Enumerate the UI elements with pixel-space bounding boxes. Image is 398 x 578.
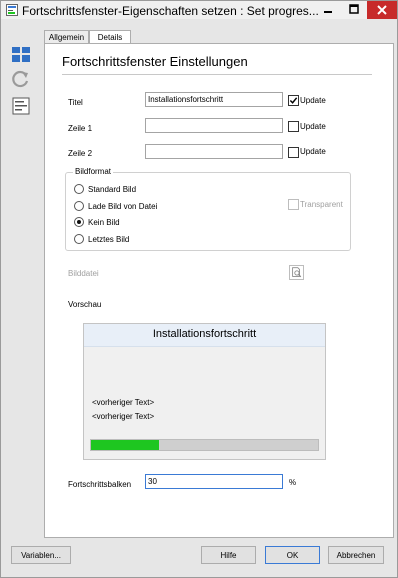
app-icon — [6, 4, 18, 16]
heading-divider — [62, 74, 372, 75]
help-button[interactable]: Hilfe — [201, 546, 256, 564]
bilddatei-label: Bilddatei — [68, 269, 99, 278]
file-search-icon — [292, 267, 302, 278]
preview-line-2: <vorheriger Text> — [92, 412, 155, 421]
reset-icon[interactable] — [10, 69, 32, 89]
radio-label-lade-bild: Lade Bild von Datei — [88, 202, 158, 211]
cancel-button[interactable]: Abbrechen — [328, 546, 384, 564]
zeile2-update-label: Update — [300, 147, 326, 156]
preview-title: Installationsfortschritt — [84, 324, 325, 347]
dialog-window: Fortschrittsfenster-Eigenschaften setzen… — [0, 0, 398, 578]
tab-allgemein[interactable]: Allgemein — [44, 30, 89, 44]
transparent-label: Transparent — [300, 200, 343, 209]
maximize-button[interactable] — [341, 1, 367, 19]
layout-icon[interactable] — [10, 45, 32, 65]
minimize-icon — [324, 11, 332, 13]
zeile1-input[interactable] — [145, 118, 283, 133]
preview-progress-bar — [90, 439, 319, 451]
vorschau-label: Vorschau — [68, 300, 102, 309]
properties-icon[interactable] — [10, 96, 32, 116]
radio-letztes-bild[interactable] — [74, 234, 84, 244]
titel-update-label: Update — [300, 96, 326, 105]
window-title: Fortschrittsfenster-Eigenschaften setzen… — [22, 4, 319, 18]
zeile2-label: Zeile 2 — [68, 149, 93, 158]
progress-preview: Installationsfortschritt <vorheriger Tex… — [83, 323, 326, 460]
zeile1-update-label: Update — [300, 122, 326, 131]
radio-kein-bild[interactable] — [74, 217, 84, 227]
browse-file-button[interactable] — [289, 265, 304, 280]
zeile1-update-checkbox[interactable] — [288, 121, 299, 132]
bildformat-title: Bildformat — [73, 167, 114, 176]
preview-line-1: <vorheriger Text> — [92, 398, 155, 407]
percent-unit: % — [289, 478, 297, 487]
titel-update-checkbox[interactable] — [288, 95, 299, 106]
preview-progress-fill — [91, 440, 160, 450]
transparent-checkbox[interactable] — [288, 199, 299, 210]
radio-lade-bild[interactable] — [74, 201, 84, 211]
minimize-button[interactable] — [315, 1, 341, 19]
zeile2-update-checkbox[interactable] — [288, 147, 299, 158]
ok-button[interactable]: OK — [265, 546, 320, 564]
close-icon — [377, 5, 387, 15]
zeile1-label: Zeile 1 — [68, 124, 93, 133]
radio-standard-bild[interactable] — [74, 184, 84, 194]
fortschritt-label: Fortschrittsbalken — [68, 480, 132, 489]
titel-input[interactable]: Installationsfortschritt — [145, 92, 283, 107]
title-bar[interactable]: Fortschrittsfenster-Eigenschaften setzen… — [1, 1, 397, 19]
titel-label: Titel — [68, 98, 83, 107]
maximize-icon — [349, 4, 359, 14]
close-button[interactable] — [367, 1, 397, 19]
radio-label-letztes-bild: Letztes Bild — [88, 235, 130, 244]
zeile2-input[interactable] — [145, 144, 283, 159]
radio-label-kein-bild: Kein Bild — [88, 218, 120, 227]
fortschritt-input[interactable]: 30 — [145, 474, 283, 489]
checkmark-icon — [289, 97, 298, 104]
section-heading: Fortschrittsfenster Einstellungen — [62, 54, 248, 69]
variables-button[interactable]: Variablen... — [11, 546, 71, 564]
radio-label-standard-bild: Standard Bild — [88, 185, 137, 194]
